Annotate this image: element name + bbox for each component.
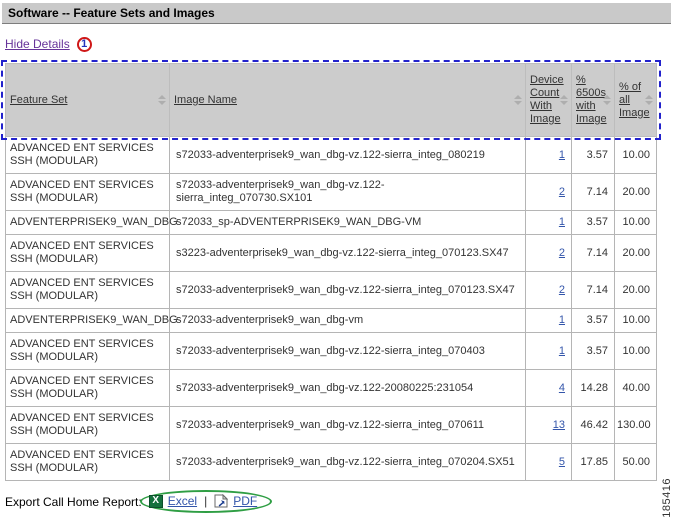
pct-all-cell: 10.00	[615, 333, 657, 370]
image-name-cell: s72033-adventerprisek9_wan_dbg-vz.122-si…	[170, 272, 526, 309]
device-count-link[interactable]: 13	[553, 419, 565, 431]
table-row: ADVENTERPRISEK9_WAN_DBG s72033-adventerp…	[6, 309, 657, 333]
image-name-cell: s72033-adventerprisek9_wan_dbg-vz.122-si…	[170, 444, 526, 481]
image-name-cell: s72033-adventerprisek9_wan_dbg-vz.122-si…	[170, 407, 526, 444]
device-count-cell: 1	[526, 333, 572, 370]
hide-details-link[interactable]: Hide Details	[5, 37, 70, 51]
pct-6500s-cell: 3.57	[572, 333, 615, 370]
pdf-export-link[interactable]: PDF	[233, 494, 257, 508]
table-body: ADVANCED ENT SERVICES SSH (MODULAR) s720…	[6, 137, 657, 481]
device-count-cell: 2	[526, 174, 572, 211]
pct-all-cell: 130.00	[615, 407, 657, 444]
column-header-device-count[interactable]: Device Count With Image	[526, 64, 572, 137]
device-count-link[interactable]: 4	[559, 382, 565, 394]
table-row: ADVENTERPRISEK9_WAN_DBG s72033_sp-ADVENT…	[6, 211, 657, 235]
device-count-link[interactable]: 5	[559, 456, 565, 468]
page: Software -- Feature Sets and Images Hide…	[0, 0, 675, 524]
pct-6500s-cell: 7.14	[572, 272, 615, 309]
feature-set-cell: ADVANCED ENT SERVICES SSH (MODULAR)	[6, 444, 170, 481]
image-name-cell: s72033-adventerprisek9_wan_dbg-vz.122-si…	[170, 137, 526, 174]
pct-all-cell: 10.00	[615, 211, 657, 235]
device-count-link[interactable]: 1	[559, 314, 565, 326]
feature-set-cell: ADVANCED ENT SERVICES SSH (MODULAR)	[6, 137, 170, 174]
pct-all-cell: 20.00	[615, 272, 657, 309]
header-row: Feature Set Image Name Device Count With…	[6, 64, 657, 137]
feature-set-cell: ADVANCED ENT SERVICES SSH (MODULAR)	[6, 370, 170, 407]
column-header-pct-all[interactable]: % of all Image	[615, 64, 657, 137]
feature-set-cell: ADVANCED ENT SERVICES SSH (MODULAR)	[6, 174, 170, 211]
table-header: Feature Set Image Name Device Count With…	[6, 64, 657, 137]
pct-6500s-cell: 46.42	[572, 407, 615, 444]
feature-set-cell: ADVENTERPRISEK9_WAN_DBG	[6, 309, 170, 333]
export-separator: |	[204, 494, 207, 508]
pct-6500s-cell: 14.28	[572, 370, 615, 407]
pct-6500s-cell: 3.57	[572, 309, 615, 333]
feature-set-cell: ADVANCED ENT SERVICES SSH (MODULAR)	[6, 407, 170, 444]
device-count-cell: 1	[526, 309, 572, 333]
image-name-cell: s72033-adventerprisek9_wan_dbg-vm	[170, 309, 526, 333]
image-name-cell: s72033-adventerprisek9_wan_dbg-vz.122-20…	[170, 370, 526, 407]
table-row: ADVANCED ENT SERVICES SSH (MODULAR) s720…	[6, 333, 657, 370]
table-row: ADVANCED ENT SERVICES SSH (MODULAR) s720…	[6, 444, 657, 481]
device-count-link[interactable]: 2	[559, 284, 565, 296]
table-row: ADVANCED ENT SERVICES SSH (MODULAR) s720…	[6, 370, 657, 407]
column-header-feature-set[interactable]: Feature Set	[6, 64, 170, 137]
figure-number: 185416	[661, 478, 673, 518]
device-count-cell: 2	[526, 272, 572, 309]
column-header-pct-6500s[interactable]: % 6500s with Image	[572, 64, 615, 137]
sort-icon[interactable]	[514, 95, 522, 105]
feature-sets-table: Feature Set Image Name Device Count With…	[5, 63, 657, 481]
device-count-link[interactable]: 1	[559, 345, 565, 357]
sort-icon[interactable]	[603, 95, 611, 105]
pct-all-cell: 20.00	[615, 235, 657, 272]
pct-6500s-cell: 17.85	[572, 444, 615, 481]
table-row: ADVANCED ENT SERVICES SSH (MODULAR) s322…	[6, 235, 657, 272]
device-count-cell: 13	[526, 407, 572, 444]
sort-icon[interactable]	[560, 95, 568, 105]
table-row: ADVANCED ENT SERVICES SSH (MODULAR) s720…	[6, 272, 657, 309]
feature-set-cell: ADVANCED ENT SERVICES SSH (MODULAR)	[6, 272, 170, 309]
image-name-cell: s3223-adventerprisek9_wan_dbg-vz.122-sie…	[170, 235, 526, 272]
pct-all-cell: 10.00	[615, 137, 657, 174]
export-links-annotation: X Excel | PDF	[140, 490, 272, 513]
pct-all-cell: 10.00	[615, 309, 657, 333]
pct-6500s-cell: 3.57	[572, 137, 615, 174]
export-row: Export Call Home Report: X Excel | PDF	[5, 490, 673, 513]
excel-icon[interactable]: X	[149, 495, 163, 508]
device-count-cell: 1	[526, 211, 572, 235]
table-row: ADVANCED ENT SERVICES SSH (MODULAR) s720…	[6, 174, 657, 211]
image-name-cell: s72033-adventerprisek9_wan_dbg-vz.122-si…	[170, 333, 526, 370]
sort-icon[interactable]	[158, 95, 166, 105]
pct-6500s-cell: 7.14	[572, 174, 615, 211]
device-count-cell: 2	[526, 235, 572, 272]
feature-sets-table-container: Feature Set Image Name Device Count With…	[5, 63, 656, 481]
table-row: ADVANCED ENT SERVICES SSH (MODULAR) s720…	[6, 407, 657, 444]
device-count-link[interactable]: 1	[559, 216, 565, 228]
pct-all-cell: 50.00	[615, 444, 657, 481]
image-name-cell: s72033-adventerprisek9_wan_dbg-vz.122-si…	[170, 174, 526, 211]
export-label: Export Call Home Report:	[5, 495, 142, 509]
pct-all-cell: 40.00	[615, 370, 657, 407]
callout-1-annotation: 1	[77, 37, 92, 52]
device-count-cell: 4	[526, 370, 572, 407]
page-title: Software -- Feature Sets and Images	[2, 3, 671, 24]
pdf-icon[interactable]	[214, 494, 228, 508]
image-name-cell: s72033_sp-ADVENTERPRISEK9_WAN_DBG-VM	[170, 211, 526, 235]
column-header-image-name[interactable]: Image Name	[170, 64, 526, 137]
sort-icon[interactable]	[645, 95, 653, 105]
feature-set-cell: ADVENTERPRISEK9_WAN_DBG	[6, 211, 170, 235]
details-toggle-row: Hide Details 1	[5, 35, 673, 53]
device-count-link[interactable]: 1	[559, 149, 565, 161]
pct-all-cell: 20.00	[615, 174, 657, 211]
device-count-cell: 1	[526, 137, 572, 174]
pct-6500s-cell: 3.57	[572, 211, 615, 235]
table-row: ADVANCED ENT SERVICES SSH (MODULAR) s720…	[6, 137, 657, 174]
device-count-cell: 5	[526, 444, 572, 481]
device-count-link[interactable]: 2	[559, 247, 565, 259]
excel-export-link[interactable]: Excel	[168, 494, 197, 508]
pct-6500s-cell: 7.14	[572, 235, 615, 272]
device-count-link[interactable]: 2	[559, 186, 565, 198]
feature-set-cell: ADVANCED ENT SERVICES SSH (MODULAR)	[6, 333, 170, 370]
feature-set-cell: ADVANCED ENT SERVICES SSH (MODULAR)	[6, 235, 170, 272]
